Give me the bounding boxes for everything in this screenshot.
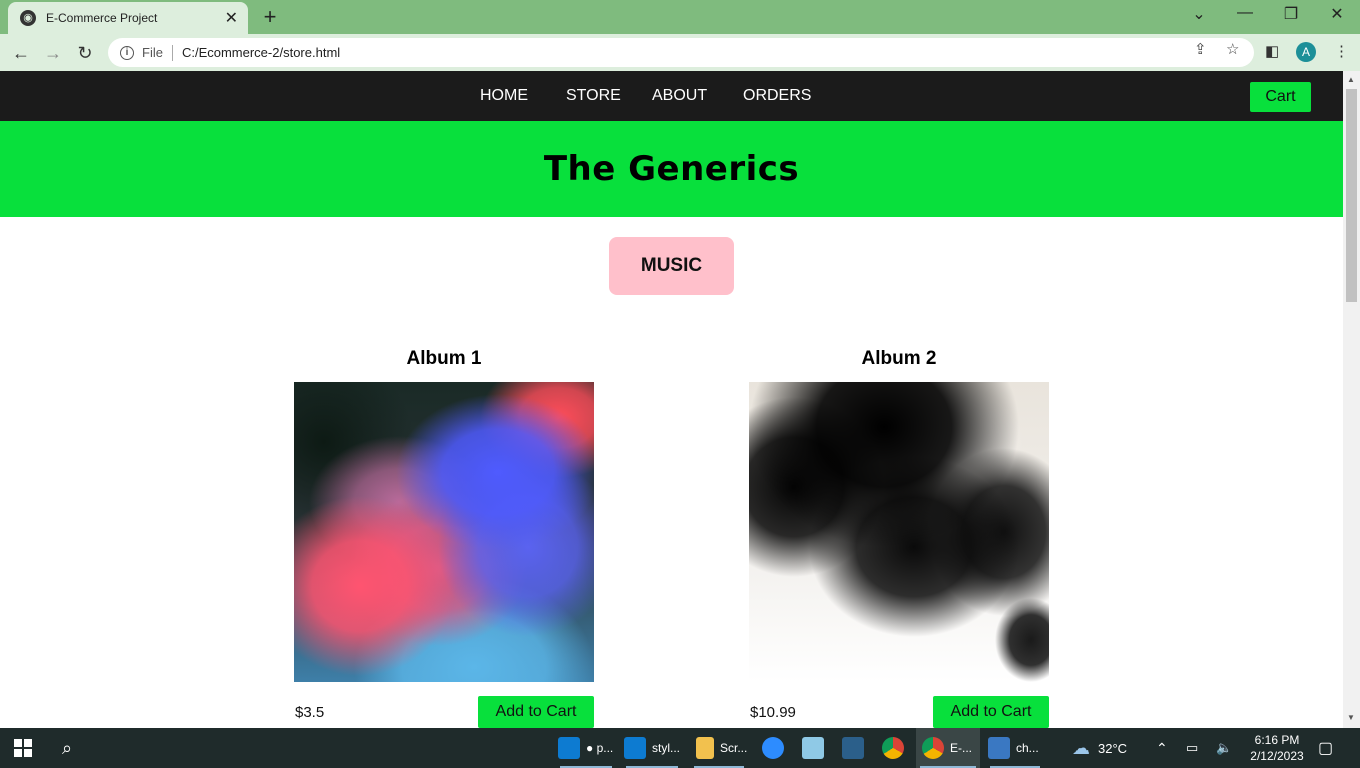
tab-strip: ◉ E-Commerce Project ✕ + ⌄ — ❐ ✕	[0, 0, 1360, 34]
forward-icon[interactable]: →	[40, 40, 66, 66]
cart-button[interactable]: Cart	[1250, 82, 1311, 112]
product-title: Album 2	[861, 348, 937, 369]
taskbar-app[interactable]: ● p...	[556, 728, 616, 768]
chrome-icon	[922, 737, 944, 759]
chrome-icon	[882, 737, 904, 759]
tab-title: E-Commerce Project	[46, 11, 158, 25]
globe-icon: ◉	[20, 10, 36, 26]
brand-title: The Generics	[543, 149, 800, 189]
address-bar[interactable]: i File C:/Ecommerce-2/store.html	[108, 38, 1254, 67]
notepad-icon	[802, 737, 824, 759]
url-scheme: File	[142, 45, 163, 60]
bookmark-star-icon[interactable]: ☆	[1226, 40, 1239, 58]
close-tab-icon[interactable]: ✕	[225, 8, 238, 28]
taskbar-app-label: Scr...	[720, 741, 748, 755]
clock-time: 6:16 PM	[1254, 733, 1300, 747]
photos-icon	[988, 737, 1010, 759]
product-title: Album 1	[406, 348, 482, 369]
album-cover-image	[749, 382, 1049, 682]
profile-avatar[interactable]: A	[1296, 42, 1316, 62]
scroll-up-icon[interactable]: ▲	[1347, 75, 1355, 84]
nav-orders[interactable]: ORDERS	[743, 87, 811, 105]
chevron-up-icon[interactable]: ⌃	[1156, 728, 1168, 768]
nav-store[interactable]: STORE	[566, 87, 621, 105]
taskbar-app[interactable]	[762, 728, 790, 768]
search-icon[interactable]: ⌕	[62, 728, 72, 768]
sql-workbench-icon	[842, 737, 864, 759]
taskbar-app[interactable]	[802, 728, 830, 768]
side-panel-icon[interactable]: ◧	[1265, 42, 1279, 60]
folder-icon	[696, 737, 714, 759]
taskbar-app[interactable]	[882, 728, 910, 768]
hero-banner: The Generics	[0, 121, 1343, 217]
product-footer: $10.99 Add to Cart	[749, 696, 1049, 728]
volume-icon[interactable]: 🔈	[1216, 728, 1232, 768]
add-to-cart-button[interactable]: Add to Cart	[478, 696, 594, 728]
windows-taskbar: ⌕ ● p... styl... Scr... E-... ch... ☁ 32…	[0, 728, 1360, 768]
taskbar-app[interactable]: Scr...	[690, 728, 748, 768]
nav-home[interactable]: HOME	[480, 87, 528, 105]
taskbar-app-label: styl...	[652, 741, 681, 755]
divider	[171, 44, 173, 61]
site-navbar: HOME STORE ABOUT ORDERS Cart	[0, 71, 1343, 121]
product-card: Album 2 $10.99 Add to Cart	[749, 348, 1049, 728]
browser-tab[interactable]: ◉ E-Commerce Project ✕	[8, 2, 248, 34]
battery-icon[interactable]: ▭	[1186, 728, 1198, 768]
scrollbar-thumb[interactable]	[1346, 89, 1357, 302]
new-tab-button[interactable]: +	[258, 4, 282, 30]
menu-kebab-icon[interactable]: ⋮	[1334, 42, 1349, 60]
windows-logo-icon	[14, 739, 32, 757]
taskbar-app-label: ● p...	[586, 741, 614, 755]
product-price: $3.5	[295, 704, 325, 721]
taskbar-app[interactable]: styl...	[622, 728, 682, 768]
product-price: $10.99	[750, 704, 796, 721]
url-text[interactable]: C:/Ecommerce-2/store.html	[182, 45, 340, 60]
browser-toolbar: ← → ↻ i File C:/Ecommerce-2/store.html ⇪…	[0, 34, 1360, 71]
tab-search-icon[interactable]: ⌄	[1184, 4, 1214, 24]
weather-widget[interactable]: ☁ 32°C	[1072, 728, 1127, 768]
album-cover-image	[294, 382, 594, 682]
zoom-icon	[762, 737, 784, 759]
notification-icon[interactable]: ▢	[1318, 728, 1333, 768]
taskbar-app-label: ch...	[1016, 741, 1039, 755]
system-clock[interactable]: 6:16 PM 2/12/2023	[1248, 732, 1306, 764]
section-heading: MUSIC	[609, 237, 734, 295]
product-card: Album 1 $3.5 Add to Cart	[294, 348, 594, 728]
taskbar-app[interactable]: ch...	[986, 728, 1044, 768]
close-window-button[interactable]: ✕	[1322, 4, 1352, 24]
weather-cloud-icon: ☁	[1072, 737, 1090, 758]
nav-about[interactable]: ABOUT	[652, 87, 707, 105]
taskbar-app-label: E-...	[950, 741, 973, 755]
minimize-button[interactable]: —	[1230, 4, 1260, 22]
taskbar-app[interactable]	[842, 728, 870, 768]
restore-button[interactable]: ❐	[1276, 4, 1306, 24]
info-icon[interactable]: i	[120, 45, 134, 60]
clock-date: 2/12/2023	[1250, 749, 1304, 763]
reload-icon[interactable]: ↻	[72, 40, 98, 66]
product-footer: $3.5 Add to Cart	[294, 696, 594, 728]
start-button[interactable]	[14, 728, 32, 768]
page-viewport: HOME STORE ABOUT ORDERS Cart The Generic…	[0, 71, 1343, 728]
scroll-down-icon[interactable]: ▼	[1347, 713, 1355, 722]
vscode-icon	[558, 737, 580, 759]
add-to-cart-button[interactable]: Add to Cart	[933, 696, 1049, 728]
taskbar-app-active[interactable]: E-...	[916, 728, 980, 768]
vscode-icon	[624, 737, 646, 759]
back-icon[interactable]: ←	[8, 40, 34, 66]
page-scrollbar[interactable]: ▲ ▼	[1343, 71, 1360, 728]
share-icon[interactable]: ⇪	[1194, 40, 1207, 58]
weather-temp: 32°C	[1098, 740, 1128, 756]
